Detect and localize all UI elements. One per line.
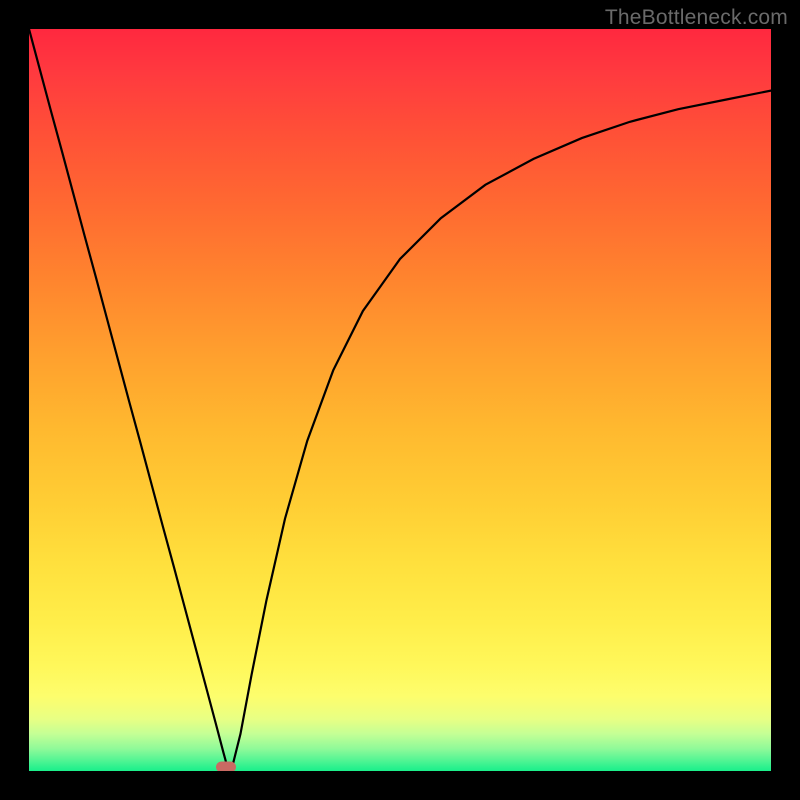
curve-svg xyxy=(29,29,771,771)
plot-area xyxy=(29,29,771,771)
bottleneck-curve xyxy=(29,29,771,769)
optimum-marker xyxy=(216,761,236,771)
chart-canvas: TheBottleneck.com xyxy=(0,0,800,800)
watermark-text: TheBottleneck.com xyxy=(605,6,788,30)
